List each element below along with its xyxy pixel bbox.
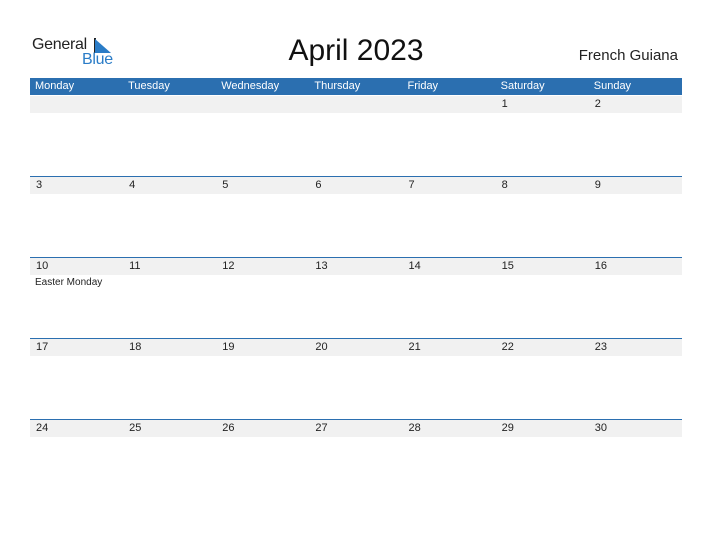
week-row: 24 25 26 27 28 29 30 xyxy=(30,419,682,439)
holiday-label: Easter Monday xyxy=(35,277,103,288)
week-row: 3 4 5 6 7 8 9 xyxy=(30,176,682,196)
week-row: 10 11 12 13 14 15 16 Easter Monday xyxy=(30,257,682,288)
day-number: 12 xyxy=(222,260,235,272)
holiday-label xyxy=(403,275,496,288)
weekday-friday: Friday xyxy=(407,80,439,92)
day-number: 21 xyxy=(408,341,421,353)
holiday-label xyxy=(123,275,216,288)
holiday-label xyxy=(309,113,402,115)
day-number: 24 xyxy=(36,422,49,434)
day-number xyxy=(216,96,309,113)
event-row xyxy=(30,437,682,439)
day-number: 13 xyxy=(315,260,328,272)
day-number: 16 xyxy=(594,260,607,272)
event-row xyxy=(30,356,682,358)
holiday-label xyxy=(30,356,123,358)
day-number: 15 xyxy=(501,260,514,272)
holiday-label xyxy=(309,194,402,196)
day-number-strip: 3 4 5 6 7 8 9 xyxy=(30,177,682,194)
holiday-label xyxy=(309,356,402,358)
event-row xyxy=(30,113,682,115)
day-number: 20 xyxy=(315,341,328,353)
day-number-strip: 24 25 26 27 28 29 30 xyxy=(30,420,682,437)
day-number: 18 xyxy=(129,341,142,353)
holiday-label xyxy=(589,113,682,115)
holiday-label xyxy=(216,356,309,358)
day-number: 2 xyxy=(594,98,601,110)
holiday-label xyxy=(496,356,589,358)
holiday-label xyxy=(216,194,309,196)
week-row: 12 xyxy=(30,96,682,115)
day-number: 28 xyxy=(408,422,421,434)
day-number: 9 xyxy=(594,179,601,191)
country-label: French Guiana xyxy=(578,47,678,64)
event-row xyxy=(30,194,682,196)
weekday-saturday: Saturday xyxy=(500,80,545,92)
holiday-label xyxy=(589,356,682,358)
holiday-label xyxy=(216,275,309,288)
day-number: 27 xyxy=(315,422,328,434)
day-number: 8 xyxy=(501,179,508,191)
day-number: 17 xyxy=(36,341,49,353)
holiday-label xyxy=(309,275,402,288)
day-number: 11 xyxy=(129,260,141,272)
weekday-thursday: Thursday xyxy=(314,80,361,92)
day-number: 19 xyxy=(222,341,235,353)
day-number: 23 xyxy=(594,341,607,353)
day-number xyxy=(30,96,123,113)
day-number-strip: 17 18 19 20 21 22 23 xyxy=(30,339,682,356)
day-number: 29 xyxy=(501,422,514,434)
day-number: 25 xyxy=(129,422,142,434)
day-number: 14 xyxy=(408,260,421,272)
holiday-label xyxy=(496,437,589,439)
weekday-header: Monday Tuesday Wednesday Thursday Friday… xyxy=(30,78,682,95)
day-number: 1 xyxy=(501,98,508,110)
holiday-label xyxy=(30,194,123,196)
holiday-label xyxy=(496,194,589,196)
day-number xyxy=(403,96,496,113)
holiday-label xyxy=(589,437,682,439)
weekday-sunday: Sunday xyxy=(593,80,632,92)
weekday-tuesday: Tuesday xyxy=(128,80,170,92)
holiday-label xyxy=(403,437,496,439)
holiday-label xyxy=(496,275,589,288)
holiday-label xyxy=(216,437,309,439)
week-row: 17 18 19 20 21 22 23 xyxy=(30,338,682,358)
day-number: 3 xyxy=(36,179,43,191)
holiday-label xyxy=(30,437,123,439)
event-row: Easter Monday xyxy=(30,275,682,288)
day-number: 30 xyxy=(594,422,607,434)
day-number: 10 xyxy=(36,260,49,272)
day-number: 26 xyxy=(222,422,235,434)
holiday-label xyxy=(589,194,682,196)
holiday-label xyxy=(216,113,309,115)
holiday-label xyxy=(123,194,216,196)
day-number xyxy=(309,96,402,113)
holiday-label xyxy=(496,113,589,115)
holiday-label xyxy=(403,113,496,115)
day-number-strip: 10 11 12 13 14 15 16 xyxy=(30,258,682,275)
day-number: 4 xyxy=(129,179,136,191)
day-number xyxy=(123,96,216,113)
holiday-label xyxy=(123,113,216,115)
day-number: 5 xyxy=(222,179,229,191)
weekday-monday: Monday xyxy=(35,80,75,92)
holiday-label xyxy=(309,437,402,439)
day-number: 22 xyxy=(501,341,514,353)
holiday-label xyxy=(403,356,496,358)
holiday-label xyxy=(30,113,123,115)
weekday-wednesday: Wednesday xyxy=(221,80,280,92)
holiday-label xyxy=(589,275,682,288)
day-number: 7 xyxy=(408,179,415,191)
day-number: 6 xyxy=(315,179,322,191)
holiday-label xyxy=(403,194,496,196)
holiday-label xyxy=(123,356,216,358)
day-number-strip: 12 xyxy=(30,96,682,113)
holiday-label xyxy=(123,437,216,439)
